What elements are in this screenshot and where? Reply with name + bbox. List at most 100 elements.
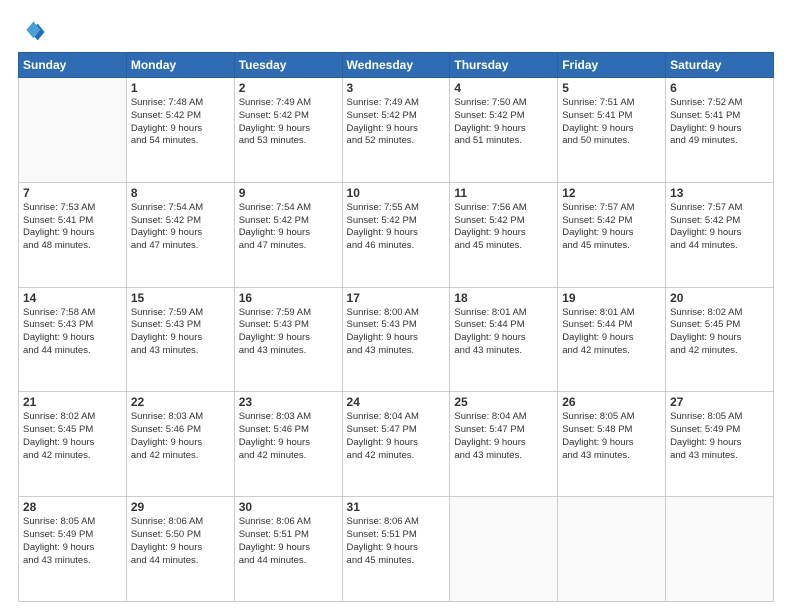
calendar-day-header: Wednesday — [342, 53, 450, 78]
day-info: Sunrise: 8:04 AM Sunset: 5:47 PM Dayligh… — [454, 411, 553, 462]
day-number: 29 — [131, 500, 230, 514]
calendar-day-cell: 1 Sunrise: 7:48 AM Sunset: 5:42 PM Daylig… — [126, 78, 234, 183]
day-number: 7 — [23, 186, 122, 200]
day-info: Sunrise: 8:03 AM Sunset: 5:46 PM Dayligh… — [131, 411, 230, 462]
day-info: Sunrise: 7:54 AM Sunset: 5:42 PM Dayligh… — [239, 202, 338, 253]
calendar-day-cell: 30 Sunrise: 8:06 AM Sunset: 5:51 PM Dayli… — [234, 497, 342, 602]
calendar-week-row: 14 Sunrise: 7:58 AM Sunset: 5:43 PM Dayli… — [19, 287, 774, 392]
calendar-day-cell: 12Sunrise: 7:57 AM Sunset: 5:42 PM Dayli… — [558, 182, 666, 287]
calendar-day-cell: 17 Sunrise: 8:00 AM Sunset: 5:43 PM Dayli… — [342, 287, 450, 392]
calendar-day-cell: 29 Sunrise: 8:06 AM Sunset: 5:50 PM Dayli… — [126, 497, 234, 602]
day-info: Sunrise: 7:57 AM Sunset: 5:42 PM Dayligh… — [670, 202, 769, 253]
day-number: 4 — [454, 81, 553, 95]
calendar-day-header: Sunday — [19, 53, 127, 78]
calendar-day-header: Thursday — [450, 53, 558, 78]
day-number: 19 — [562, 291, 661, 305]
calendar-week-row: 28 Sunrise: 8:05 AM Sunset: 5:49 PM Dayli… — [19, 497, 774, 602]
day-number: 9 — [239, 186, 338, 200]
calendar-day-cell: 21 Sunrise: 8:02 AM Sunset: 5:45 PM Dayli… — [19, 392, 127, 497]
calendar-day-cell: 15 Sunrise: 7:59 AM Sunset: 5:43 PM Dayli… — [126, 287, 234, 392]
day-info: Sunrise: 7:58 AM Sunset: 5:43 PM Dayligh… — [23, 307, 122, 358]
calendar-day-cell — [19, 78, 127, 183]
calendar-day-cell: 4 Sunrise: 7:50 AM Sunset: 5:42 PM Daylig… — [450, 78, 558, 183]
day-number: 22 — [131, 395, 230, 409]
day-number: 16 — [239, 291, 338, 305]
calendar-day-cell: 19 Sunrise: 8:01 AM Sunset: 5:44 PM Dayli… — [558, 287, 666, 392]
day-info: Sunrise: 8:05 AM Sunset: 5:49 PM Dayligh… — [670, 411, 769, 462]
calendar-day-cell: 24 Sunrise: 8:04 AM Sunset: 5:47 PM Dayli… — [342, 392, 450, 497]
day-number: 17 — [347, 291, 446, 305]
day-info: Sunrise: 7:55 AM Sunset: 5:42 PM Dayligh… — [347, 202, 446, 253]
day-info: Sunrise: 7:57 AM Sunset: 5:42 PM Dayligh… — [562, 202, 661, 253]
day-info: Sunrise: 7:54 AM Sunset: 5:42 PM Dayligh… — [131, 202, 230, 253]
day-number: 20 — [670, 291, 769, 305]
calendar-day-cell — [450, 497, 558, 602]
calendar-day-cell: 13 Sunrise: 7:57 AM Sunset: 5:42 PM Dayli… — [666, 182, 774, 287]
day-number: 13 — [670, 186, 769, 200]
calendar-header-row: SundayMondayTuesdayWednesdayThursdayFrid… — [19, 53, 774, 78]
calendar-day-cell: 27 Sunrise: 8:05 AM Sunset: 5:49 PM Dayli… — [666, 392, 774, 497]
day-info: Sunrise: 8:01 AM Sunset: 5:44 PM Dayligh… — [562, 307, 661, 358]
calendar-day-cell: 14 Sunrise: 7:58 AM Sunset: 5:43 PM Dayli… — [19, 287, 127, 392]
calendar-day-header: Tuesday — [234, 53, 342, 78]
calendar-day-cell: 8 Sunrise: 7:54 AM Sunset: 5:42 PM Daylig… — [126, 182, 234, 287]
day-number: 15 — [131, 291, 230, 305]
day-number: 21 — [23, 395, 122, 409]
calendar-day-cell: 26Sunrise: 8:05 AM Sunset: 5:48 PM Dayli… — [558, 392, 666, 497]
day-info: Sunrise: 8:06 AM Sunset: 5:51 PM Dayligh… — [347, 516, 446, 567]
calendar-day-cell: 25 Sunrise: 8:04 AM Sunset: 5:47 PM Dayli… — [450, 392, 558, 497]
calendar-week-row: 21 Sunrise: 8:02 AM Sunset: 5:45 PM Dayli… — [19, 392, 774, 497]
calendar-week-row: 7 Sunrise: 7:53 AM Sunset: 5:41 PM Daylig… — [19, 182, 774, 287]
day-number: 14 — [23, 291, 122, 305]
day-info: Sunrise: 8:03 AM Sunset: 5:46 PM Dayligh… — [239, 411, 338, 462]
day-info: Sunrise: 8:01 AM Sunset: 5:44 PM Dayligh… — [454, 307, 553, 358]
day-info: Sunrise: 8:00 AM Sunset: 5:43 PM Dayligh… — [347, 307, 446, 358]
calendar-day-cell: 11Sunrise: 7:56 AM Sunset: 5:42 PM Dayli… — [450, 182, 558, 287]
day-info: Sunrise: 7:53 AM Sunset: 5:41 PM Dayligh… — [23, 202, 122, 253]
calendar-day-cell: 16 Sunrise: 7:59 AM Sunset: 5:43 PM Dayli… — [234, 287, 342, 392]
day-info: Sunrise: 7:59 AM Sunset: 5:43 PM Dayligh… — [131, 307, 230, 358]
day-info: Sunrise: 8:04 AM Sunset: 5:47 PM Dayligh… — [347, 411, 446, 462]
day-info: Sunrise: 8:05 AM Sunset: 5:48 PM Dayligh… — [562, 411, 661, 462]
day-number: 23 — [239, 395, 338, 409]
day-number: 5 — [562, 81, 661, 95]
day-info: Sunrise: 7:48 AM Sunset: 5:42 PM Dayligh… — [131, 97, 230, 148]
day-info: Sunrise: 8:02 AM Sunset: 5:45 PM Dayligh… — [23, 411, 122, 462]
calendar-day-cell: 23 Sunrise: 8:03 AM Sunset: 5:46 PM Dayli… — [234, 392, 342, 497]
day-number: 24 — [347, 395, 446, 409]
day-number: 8 — [131, 186, 230, 200]
day-number: 28 — [23, 500, 122, 514]
day-number: 25 — [454, 395, 553, 409]
day-info: Sunrise: 7:49 AM Sunset: 5:42 PM Dayligh… — [347, 97, 446, 148]
calendar-day-cell: 10Sunrise: 7:55 AM Sunset: 5:42 PM Dayli… — [342, 182, 450, 287]
calendar-day-cell: 6 Sunrise: 7:52 AM Sunset: 5:41 PM Daylig… — [666, 78, 774, 183]
day-info: Sunrise: 7:50 AM Sunset: 5:42 PM Dayligh… — [454, 97, 553, 148]
calendar-day-cell: 5 Sunrise: 7:51 AM Sunset: 5:41 PM Daylig… — [558, 78, 666, 183]
calendar-day-cell: 7 Sunrise: 7:53 AM Sunset: 5:41 PM Daylig… — [19, 182, 127, 287]
day-number: 30 — [239, 500, 338, 514]
day-info: Sunrise: 8:06 AM Sunset: 5:50 PM Dayligh… — [131, 516, 230, 567]
calendar-day-cell: 18Sunrise: 8:01 AM Sunset: 5:44 PM Dayli… — [450, 287, 558, 392]
day-number: 27 — [670, 395, 769, 409]
day-info: Sunrise: 7:49 AM Sunset: 5:42 PM Dayligh… — [239, 97, 338, 148]
calendar-day-cell: 2Sunrise: 7:49 AM Sunset: 5:42 PM Daylig… — [234, 78, 342, 183]
logo-icon — [18, 18, 46, 46]
day-info: Sunrise: 8:02 AM Sunset: 5:45 PM Dayligh… — [670, 307, 769, 358]
day-number: 6 — [670, 81, 769, 95]
page: SundayMondayTuesdayWednesdayThursdayFrid… — [0, 0, 792, 612]
day-info: Sunrise: 7:56 AM Sunset: 5:42 PM Dayligh… — [454, 202, 553, 253]
day-info: Sunrise: 7:52 AM Sunset: 5:41 PM Dayligh… — [670, 97, 769, 148]
day-number: 31 — [347, 500, 446, 514]
day-info: Sunrise: 8:06 AM Sunset: 5:51 PM Dayligh… — [239, 516, 338, 567]
day-info: Sunrise: 7:59 AM Sunset: 5:43 PM Dayligh… — [239, 307, 338, 358]
calendar-day-cell: 22 Sunrise: 8:03 AM Sunset: 5:46 PM Dayli… — [126, 392, 234, 497]
calendar-day-cell: 20 Sunrise: 8:02 AM Sunset: 5:45 PM Dayli… — [666, 287, 774, 392]
day-info: Sunrise: 7:51 AM Sunset: 5:41 PM Dayligh… — [562, 97, 661, 148]
calendar-week-row: 1 Sunrise: 7:48 AM Sunset: 5:42 PM Daylig… — [19, 78, 774, 183]
calendar-day-cell — [558, 497, 666, 602]
calendar-table: SundayMondayTuesdayWednesdayThursdayFrid… — [18, 52, 774, 602]
day-number: 1 — [131, 81, 230, 95]
calendar-day-cell: 9 Sunrise: 7:54 AM Sunset: 5:42 PM Daylig… — [234, 182, 342, 287]
calendar-day-cell: 3Sunrise: 7:49 AM Sunset: 5:42 PM Daylig… — [342, 78, 450, 183]
day-info: Sunrise: 8:05 AM Sunset: 5:49 PM Dayligh… — [23, 516, 122, 567]
